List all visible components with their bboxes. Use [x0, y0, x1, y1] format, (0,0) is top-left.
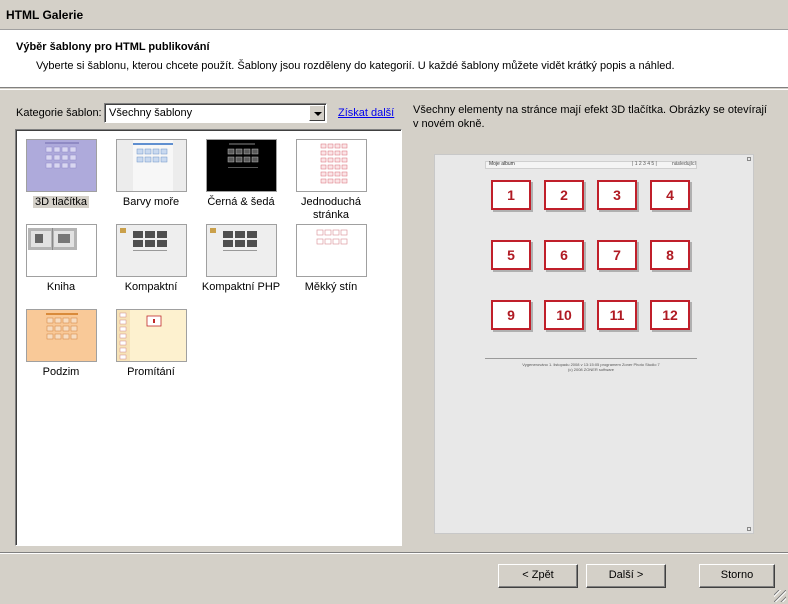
category-selected-value: Všechny šablony [109, 107, 193, 119]
chevron-down-icon[interactable] [309, 105, 325, 121]
preview-footer-line: (c) 2008 ZONER software [567, 367, 614, 372]
preview-album-title: Moje album [489, 161, 515, 167]
preview-corner-marker [747, 157, 751, 161]
template-thumbnail-graphic [27, 310, 96, 361]
template-item-compact[interactable]: Kompaktní [106, 224, 196, 294]
preview-pager: | 1 2 3 4 5 | [632, 161, 657, 167]
template-item-3d-buttons[interactable]: 3D tlačítka [16, 139, 106, 209]
preview-thumb-button: 3 [597, 180, 637, 210]
template-item-autumn[interactable]: Podzim [16, 309, 106, 379]
template-item-simple-page[interactable]: Jednoduchá stránka [286, 139, 376, 223]
template-label: Kniha [46, 281, 76, 293]
preview-thumb-button: 10 [544, 300, 584, 330]
template-list[interactable]: 3D tlačítka Barvy moře Černá & šedá Jedn… [15, 129, 402, 546]
resize-grip-icon[interactable] [774, 590, 786, 602]
preview-corner-marker [747, 527, 751, 531]
template-item-sea-colors[interactable]: Barvy moře [106, 139, 196, 209]
template-item-soft-shadow[interactable]: Měkký stín [286, 224, 376, 294]
template-thumbnail [26, 309, 97, 362]
header-subtitle: Vyberte si šablonu, kterou chcete použít… [36, 60, 675, 72]
template-thumbnail-graphic [297, 140, 366, 191]
back-button[interactable]: < Zpět [498, 564, 578, 588]
cancel-button[interactable]: Storno [699, 564, 775, 588]
preview-thumb-button: 1 [491, 180, 531, 210]
preview-thumb-button: 8 [650, 240, 690, 270]
template-thumbnail [26, 224, 97, 277]
header-divider [0, 89, 788, 90]
footer-divider-highlight [0, 553, 788, 554]
template-thumbnail-graphic [27, 225, 96, 276]
preview-thumb-button: 6 [544, 240, 584, 270]
preview-album-bar: Moje album | 1 2 3 4 5 | následující [485, 161, 697, 169]
template-item-compact-php[interactable]: Kompaktní PHP [196, 224, 286, 294]
preview-thumb-button: 12 [650, 300, 690, 330]
template-item-book[interactable]: Kniha [16, 224, 106, 294]
preview-divider [485, 358, 697, 359]
template-label: Podzim [42, 366, 80, 378]
template-description: Všechny elementy na stránce mají efekt 3… [413, 104, 767, 130]
template-label: Kompaktní PHP [201, 281, 281, 293]
template-thumbnail-graphic [117, 225, 186, 276]
get-more-link[interactable]: Získat další [338, 107, 394, 119]
wizard-header: Výběr šablony pro HTML publikování Vyber… [0, 30, 788, 88]
template-thumbnail-graphic [207, 140, 276, 191]
template-label: Měkký stín [304, 281, 358, 293]
preview-thumb-button: 5 [491, 240, 531, 270]
template-thumbnail-graphic [297, 225, 366, 276]
next-button[interactable]: Další > [586, 564, 666, 588]
category-select[interactable]: Všechny šablony [104, 103, 327, 123]
template-label: Kompaktní [124, 281, 178, 293]
template-label: Jednoduchá stránka [301, 196, 361, 221]
preview-thumb-button: 7 [597, 240, 637, 270]
template-thumbnail [296, 224, 367, 277]
header-title: Výběr šablony pro HTML publikování [16, 41, 210, 53]
template-thumbnail [296, 139, 367, 192]
template-item-black-gray[interactable]: Černá & šedá [196, 139, 286, 209]
preview-thumb-button: 2 [544, 180, 584, 210]
template-thumbnail [116, 224, 187, 277]
category-label: Kategorie šablon: [16, 107, 102, 119]
template-thumbnail [116, 309, 187, 362]
template-thumbnail [206, 139, 277, 192]
template-thumbnail [116, 139, 187, 192]
preview-thumb-button: 9 [491, 300, 531, 330]
window-title: HTML Galerie [6, 8, 84, 22]
template-label: 3D tlačítka [33, 196, 89, 208]
preview-next-link: následující [672, 161, 696, 167]
template-thumbnail [206, 224, 277, 277]
template-label: Barvy moře [122, 196, 180, 208]
template-thumbnail-graphic [117, 310, 186, 361]
template-item-slideshow[interactable]: Promítání [106, 309, 196, 379]
preview-thumb-button: 4 [650, 180, 690, 210]
title-bar: HTML Galerie [0, 0, 788, 30]
template-thumbnail-graphic [117, 140, 186, 191]
template-thumbnail-graphic [207, 225, 276, 276]
template-thumbnail [26, 139, 97, 192]
preview-footer: Vygenerováno 1. listopadu 2008 v 13:15:0… [485, 362, 697, 372]
template-preview: Moje album | 1 2 3 4 5 | následující 1 2… [434, 154, 754, 534]
template-label: Promítání [127, 366, 175, 378]
template-label: Černá & šedá [207, 196, 275, 208]
template-thumbnail-graphic [27, 140, 96, 191]
preview-thumb-button: 11 [597, 300, 637, 330]
